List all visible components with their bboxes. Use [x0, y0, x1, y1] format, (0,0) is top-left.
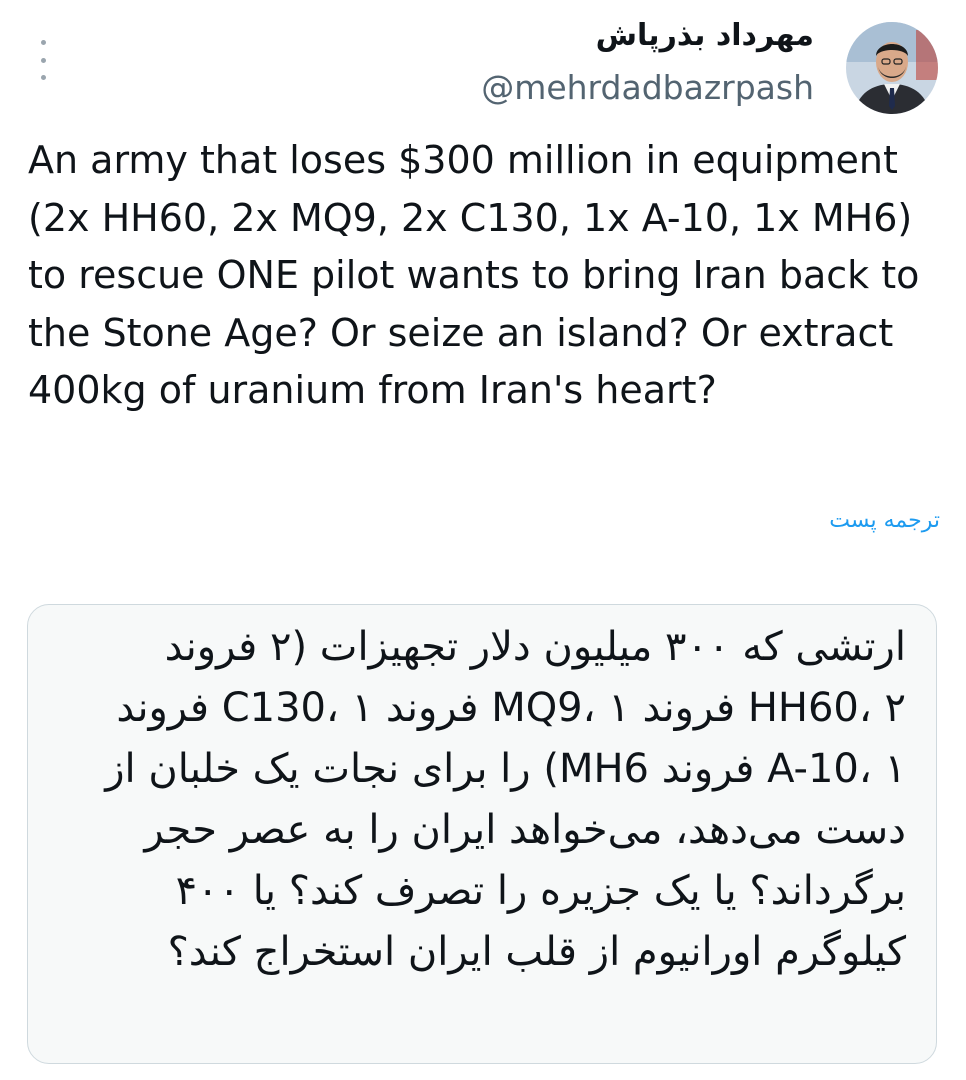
more-vertical-icon — [40, 40, 46, 45]
author-handle[interactable]: @mehrdadbazrpash — [481, 68, 814, 107]
tweet-text: An army that loses $300 million in equip… — [28, 138, 920, 412]
more-options-button[interactable] — [30, 40, 56, 80]
more-vertical-icon-dot — [40, 57, 46, 63]
avatar[interactable] — [846, 22, 938, 114]
more-vertical-icon-dot — [40, 75, 46, 80]
author-display-name[interactable]: مهرداد بذرپاش — [596, 18, 814, 53]
avatar-portrait-icon — [846, 22, 938, 114]
translate-post-link[interactable]: ترجمه پست — [829, 508, 940, 533]
translated-text: ارتشی که ۳۰۰ میلیون دلار تجهیزات (۲ فرون… — [105, 624, 906, 975]
